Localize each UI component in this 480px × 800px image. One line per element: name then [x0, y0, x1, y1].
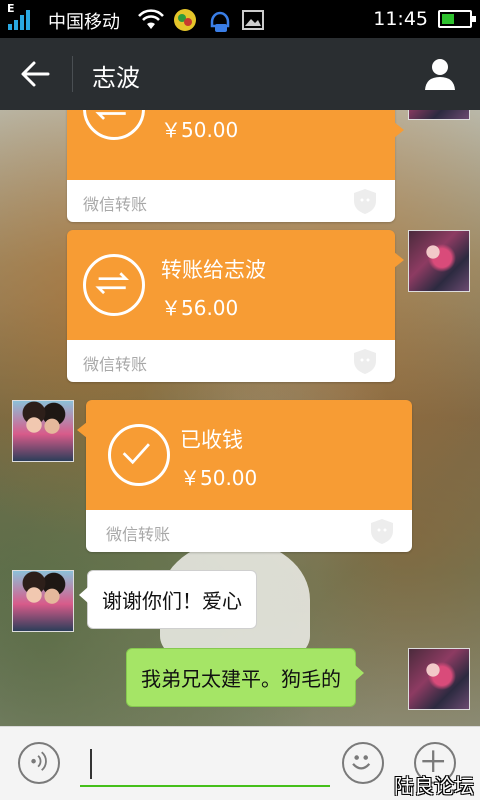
wechat-shield-icon	[371, 519, 393, 544]
signal-icon	[8, 10, 30, 30]
clock: 11:45	[373, 8, 428, 30]
carrier-name: 中国移动	[48, 12, 120, 33]
person-icon[interactable]	[422, 56, 458, 92]
message-bubble-received[interactable]: 谢谢你们！爱心	[79, 570, 257, 629]
text-cursor	[90, 749, 92, 779]
wechat-shield-icon	[354, 189, 376, 214]
message-text: 我弟兄太建平。狗毛的	[141, 667, 341, 691]
forum-watermark: 陆良论坛	[394, 774, 474, 798]
chat-area[interactable]: ￥50.00 微信转账 转账给志波 ￥56.00 微信转账 已收钱 ￥50.00…	[0, 110, 480, 726]
emoji-button[interactable]	[342, 742, 384, 784]
back-arrow-icon[interactable]	[18, 58, 52, 90]
transfer-amount: ￥50.00	[180, 466, 258, 490]
app-notification-icon	[174, 9, 196, 31]
voice-button[interactable]	[18, 742, 60, 784]
transfer-card[interactable]: 转账给志波 ￥56.00 微信转账	[67, 230, 404, 382]
my-avatar[interactable]	[408, 648, 470, 710]
notification-icons	[138, 6, 264, 34]
contact-avatar[interactable]	[12, 570, 74, 632]
message-input[interactable]	[80, 741, 330, 787]
transfer-footer-label: 微信转账	[106, 525, 171, 544]
status-bar: E 中国移动 11:45	[0, 0, 480, 38]
my-avatar[interactable]	[408, 230, 470, 292]
wechat-shield-icon	[354, 349, 376, 374]
transfer-card[interactable]: 已收钱 ￥50.00 微信转账	[77, 400, 412, 552]
transfer-arrows-icon	[83, 110, 145, 140]
wifi-icon	[138, 9, 164, 29]
header-divider	[72, 56, 73, 92]
message-text: 谢谢你们！爱心	[102, 589, 242, 613]
chat-header: 志波	[0, 38, 480, 110]
message-bubble-sent[interactable]: 我弟兄太建平。狗毛的	[126, 648, 364, 707]
emoji-icon	[352, 755, 371, 770]
image-icon	[242, 10, 264, 30]
transfer-amount: ￥50.00	[161, 118, 239, 142]
battery-icon	[438, 10, 476, 28]
transfer-title: 转账给志波	[161, 258, 266, 282]
transfer-arrows-icon	[83, 254, 145, 316]
my-avatar[interactable]	[408, 110, 470, 120]
voice-icon	[31, 751, 47, 771]
transfer-footer-label: 微信转账	[83, 195, 148, 214]
transfer-footer-label: 微信转账	[83, 355, 148, 374]
qq-notification-icon	[210, 11, 230, 32]
transfer-amount: ￥56.00	[161, 296, 239, 320]
transfer-card[interactable]: ￥50.00 微信转账	[67, 110, 404, 222]
page-title: 志波	[92, 64, 140, 92]
transfer-title: 已收钱	[180, 428, 243, 452]
contact-avatar[interactable]	[12, 400, 74, 462]
check-circle-icon	[108, 424, 170, 486]
